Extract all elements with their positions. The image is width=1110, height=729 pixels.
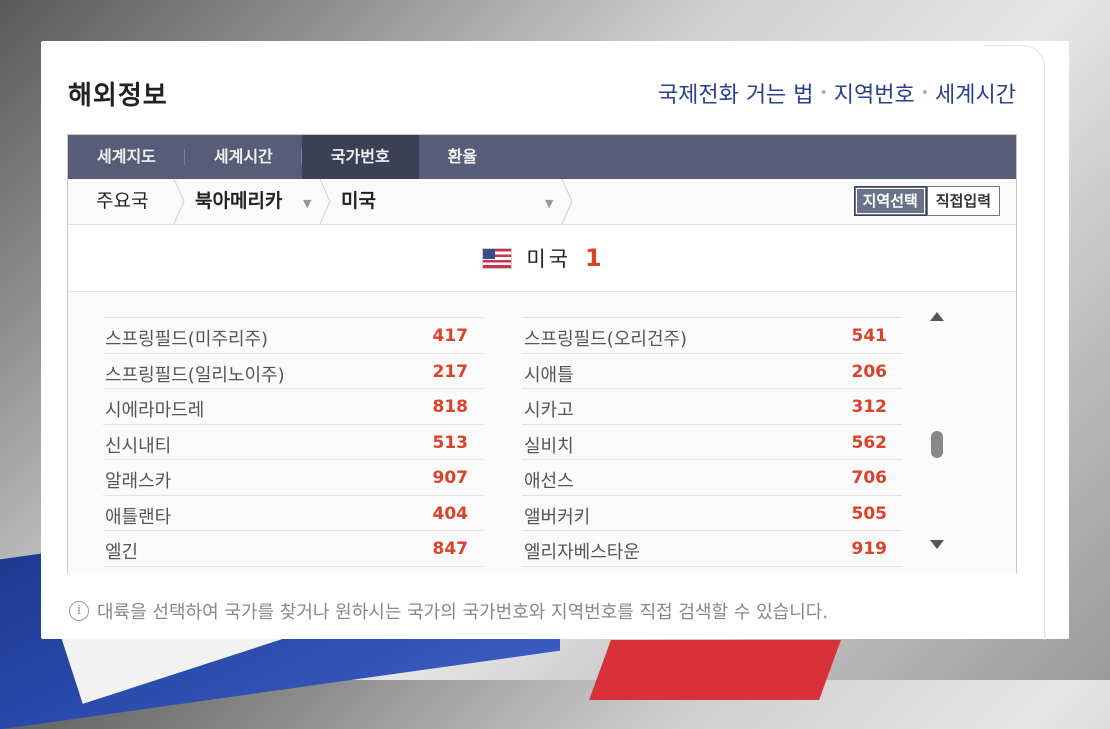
overseas-info-card: 해외정보 국제전화 거는 법 • 지역번호 • 세계시간 세계지도 세계시간 국… bbox=[41, 41, 1069, 640]
link-world-time[interactable]: 세계시간 bbox=[935, 77, 1016, 109]
city-name: 시애틀 bbox=[524, 364, 574, 386]
area-code: 404 bbox=[432, 503, 469, 524]
area-code: 541 bbox=[851, 326, 888, 346]
area-code-row[interactable]: 앨버커키 505 bbox=[522, 496, 902, 531]
direct-input-button[interactable]: 직접입력 bbox=[926, 186, 1000, 216]
breadcrumb-country-select[interactable]: 미국 bbox=[341, 179, 376, 224]
tab-world-time[interactable]: 세계시간 bbox=[185, 135, 302, 179]
city-name: 스프링필드(오리건주) bbox=[524, 329, 688, 350]
card-title: 해외정보 bbox=[68, 81, 168, 111]
area-code-row[interactable]: 알래스카 907 bbox=[103, 460, 483, 496]
input-mode-toggle: 지역선택 직접입력 bbox=[853, 186, 1000, 216]
area-code-row[interactable]: 애선스 706 bbox=[522, 460, 902, 496]
info-icon: i bbox=[69, 601, 89, 621]
tab-bar: 세계지도 세계시간 국가번호 환율 bbox=[68, 135, 1016, 179]
city-name: 애틀랜타 bbox=[105, 506, 172, 528]
dropdown-caret-icon: ▼ bbox=[545, 197, 554, 210]
link-intl-call-guide[interactable]: 국제전화 거는 법 bbox=[658, 77, 814, 109]
area-code: 847 bbox=[432, 539, 469, 559]
area-code-list[interactable]: 스프링필드(미주리주) 417 스프링필드(일리노이주) 217 시에라마드레 818 신시… bbox=[68, 292, 1016, 574]
area-code: 907 bbox=[432, 468, 469, 488]
city-name: 신시내티 bbox=[105, 435, 172, 457]
top-links: 국제전화 거는 법 • 지역번호 • 세계시간 bbox=[658, 77, 1016, 109]
area-code-row[interactable]: 스프링필드(미주리주) 417 bbox=[103, 318, 483, 354]
area-code-row[interactable]: 애틀랜타 404 bbox=[103, 496, 483, 531]
dropdown-caret-icon: ▼ bbox=[303, 197, 312, 210]
area-code: 417 bbox=[432, 326, 469, 346]
area-code-row[interactable]: 실비치 562 bbox=[522, 425, 902, 460]
city-name: 알래스카 bbox=[105, 471, 172, 492]
city-name: 엘리자베스타운 bbox=[524, 542, 640, 563]
help-notice: i 대륙을 선택하여 국가를 찾거나 원하시는 국가의 국가번호와 지역번호를 … bbox=[69, 598, 828, 624]
dot-separator: • bbox=[920, 85, 930, 101]
area-code-row[interactable]: 스프링필드(일리노이주) 217 bbox=[103, 354, 483, 389]
area-code: 505 bbox=[851, 503, 888, 524]
chevron-right-icon bbox=[561, 179, 573, 224]
us-flag-icon bbox=[482, 247, 513, 269]
city-name: 앨버커키 bbox=[524, 506, 591, 528]
tab-world-map[interactable]: 세계지도 bbox=[68, 135, 185, 179]
tab-country-code[interactable]: 국가번호 bbox=[301, 135, 419, 179]
region-select-button[interactable]: 지역선택 bbox=[853, 186, 927, 216]
area-code: 919 bbox=[851, 539, 888, 559]
list-item-partial bbox=[522, 292, 902, 318]
area-code-row[interactable]: 시에라마드레 818 bbox=[103, 389, 483, 425]
country-name: 미국 bbox=[526, 247, 571, 271]
area-code: 706 bbox=[851, 468, 888, 488]
scroll-down-arrow-icon[interactable] bbox=[930, 540, 944, 549]
area-code-column-left: 스프링필드(미주리주) 417 스프링필드(일리노이주) 217 시에라마드레 818 신시… bbox=[103, 292, 483, 567]
city-name: 스프링필드(미주리주) bbox=[105, 329, 269, 350]
area-code: 206 bbox=[851, 361, 888, 382]
city-name: 엘긴 bbox=[105, 542, 139, 563]
area-code: 513 bbox=[432, 432, 469, 453]
breadcrumb-continent-select[interactable]: 북아메리카 bbox=[195, 179, 282, 224]
breadcrumb: 주요국 북아메리카 ▼ 미국 ▼ 지역선택 직접입력 bbox=[68, 179, 1016, 225]
background-photo-red bbox=[589, 640, 841, 700]
area-code: 818 bbox=[432, 397, 469, 417]
help-notice-text: 대륙을 선택하여 국가를 찾거나 원하시는 국가의 국가번호와 지역번호를 직접… bbox=[97, 602, 829, 623]
scroll-up-arrow-icon[interactable] bbox=[930, 312, 944, 321]
area-code-row[interactable]: 시애틀 206 bbox=[522, 354, 902, 389]
chevron-right-icon bbox=[319, 179, 331, 224]
list-item-partial bbox=[103, 292, 483, 318]
area-code: 562 bbox=[851, 432, 888, 453]
city-name: 시카고 bbox=[524, 400, 574, 421]
area-code-row[interactable]: 신시내티 513 bbox=[103, 425, 483, 460]
area-code-column-right: 스프링필드(오리건주) 541 시애틀 206 시카고 312 실비치 562 애선스 706 앨버… bbox=[522, 292, 902, 567]
area-code-row[interactable]: 엘긴 847 bbox=[103, 531, 483, 567]
tab-exchange-rate[interactable]: 환율 bbox=[419, 135, 506, 179]
city-name: 애선스 bbox=[524, 471, 574, 492]
area-code-row[interactable]: 스프링필드(오리건주) 541 bbox=[522, 318, 902, 354]
area-code: 312 bbox=[851, 397, 888, 417]
chevron-right-icon bbox=[173, 179, 185, 224]
city-name: 시에라마드레 bbox=[105, 400, 205, 421]
link-area-code[interactable]: 지역번호 bbox=[834, 77, 915, 109]
country-code: 1 bbox=[584, 244, 602, 272]
dot-separator: • bbox=[819, 85, 828, 101]
city-name: 실비치 bbox=[524, 435, 574, 457]
city-name: 스프링필드(일리노이주) bbox=[105, 364, 285, 386]
scrollbar-thumb[interactable] bbox=[931, 431, 943, 458]
country-code-panel: 세계지도 세계시간 국가번호 환율 주요국 북아메리카 ▼ 미국 ▼ 지역선택 … bbox=[67, 134, 1017, 574]
area-code-row[interactable]: 시카고 312 bbox=[522, 389, 902, 425]
area-code-row[interactable]: 엘리자베스타운 919 bbox=[522, 531, 902, 567]
breadcrumb-major-countries[interactable]: 주요국 bbox=[96, 179, 148, 224]
area-code: 217 bbox=[432, 361, 469, 382]
selected-country: 미국 1 bbox=[68, 225, 1016, 292]
